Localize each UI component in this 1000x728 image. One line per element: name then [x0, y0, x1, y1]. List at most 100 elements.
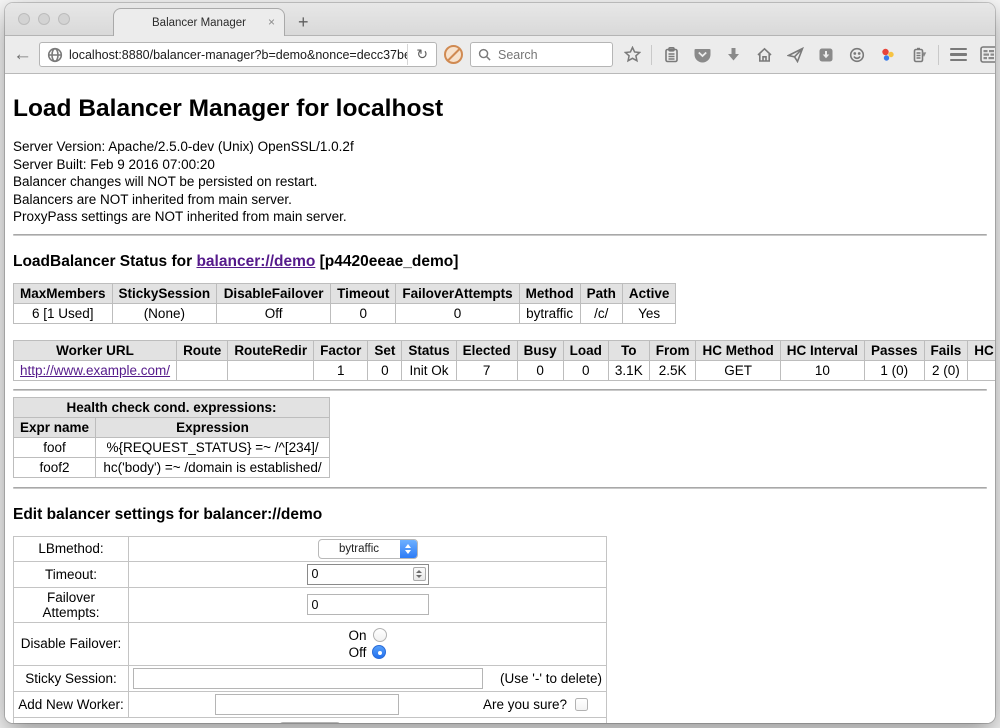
disable-failover-on-radio[interactable]	[373, 628, 387, 642]
col-worker-url: Worker URL	[14, 340, 177, 360]
cell-from: 2.5K	[649, 360, 696, 380]
worker-url-link[interactable]: http://www.example.com/	[20, 363, 170, 378]
cell-hc-interval: 10	[780, 360, 864, 380]
col-routeredir: RouteRedir	[228, 340, 314, 360]
section-divider	[13, 389, 987, 391]
square-download-icon	[818, 47, 834, 63]
lbmethod-label: LBmethod:	[14, 536, 129, 561]
star-icon	[624, 46, 641, 63]
url-text[interactable]: localhost:8880/balancer-manager?b=demo&n…	[69, 48, 407, 62]
page-tool-button[interactable]: ▾	[907, 43, 931, 67]
table-row: http://www.example.com/ 1 0 Init Ok 7 0 …	[14, 360, 996, 380]
col-elected: Elected	[456, 340, 517, 360]
cell-load: 0	[563, 360, 608, 380]
col-factor: Factor	[314, 340, 368, 360]
zoom-window-button[interactable]	[58, 13, 70, 25]
health-check-table: Health check cond. expressions: Expr nam…	[13, 397, 330, 478]
toolbar-separator	[651, 45, 652, 65]
disable-failover-label: Disable Failover:	[14, 622, 129, 665]
submit-button[interactable]: Submit	[279, 722, 340, 724]
col-hc-interval: HC Interval	[780, 340, 864, 360]
toolbar-separator	[938, 45, 939, 65]
search-input[interactable]	[496, 47, 596, 63]
status-heading: LoadBalancer Status for balancer://demo …	[13, 253, 987, 271]
cell-hc-method: GET	[696, 360, 780, 380]
add-worker-row: Add New Worker: Are you sure?	[14, 691, 607, 717]
search-bar[interactable]	[470, 42, 613, 67]
radio-off-label: Off	[349, 645, 367, 660]
close-window-button[interactable]	[18, 13, 30, 25]
chat-extension-button[interactable]	[845, 43, 869, 67]
col-set: Set	[368, 340, 402, 360]
lbmethod-row: LBmethod: bytraffic	[14, 536, 607, 561]
col-route: Route	[177, 340, 228, 360]
select-stepper-icon	[400, 540, 417, 558]
inherit-notice-line: Balancers are NOT inherited from main se…	[13, 191, 987, 209]
menu-button[interactable]	[946, 43, 970, 67]
minimize-window-button[interactable]	[38, 13, 50, 25]
new-tab-button[interactable]: +	[298, 12, 309, 33]
window-controls	[18, 13, 70, 25]
home-button[interactable]	[752, 43, 776, 67]
sidebar-grid-button[interactable]	[977, 43, 995, 67]
navigation-toolbar: ← localhost:8880/balancer-manager?b=demo…	[5, 36, 995, 74]
save-to-device-button[interactable]	[814, 43, 838, 67]
back-button[interactable]: ←	[13, 44, 32, 66]
content-blocked-icon[interactable]	[444, 45, 463, 64]
cell-fails: 2 (0)	[924, 360, 968, 380]
sticky-session-label: Sticky Session:	[14, 665, 129, 691]
server-version-line: Server Version: Apache/2.5.0-dev (Unix) …	[13, 138, 987, 156]
downloads-button[interactable]	[721, 43, 745, 67]
paper-plane-icon	[787, 47, 804, 63]
failover-attempts-input[interactable]	[307, 594, 429, 615]
tab-title: Balancer Manager	[152, 17, 246, 29]
col-stickysession: StickySession	[112, 283, 217, 303]
hamburger-icon	[950, 48, 967, 62]
col-active: Active	[622, 283, 676, 303]
tab-balancer-manager[interactable]: Balancer Manager ×	[113, 8, 285, 36]
browser-window: Balancer Manager × + ← localhost:8880/ba…	[5, 3, 995, 723]
tab-close-icon[interactable]: ×	[268, 15, 275, 29]
cell-to: 3.1K	[608, 360, 649, 380]
timeout-input[interactable]	[307, 564, 429, 585]
colored-dots-extension-button[interactable]	[876, 43, 900, 67]
reading-list-button[interactable]	[659, 43, 683, 67]
cell-path: /c/	[580, 303, 622, 323]
url-bar[interactable]: localhost:8880/balancer-manager?b=demo&n…	[39, 42, 437, 67]
clipboard-icon	[664, 47, 679, 63]
sticky-session-row: Sticky Session: (Use '-' to delete)	[14, 665, 607, 691]
add-worker-input[interactable]	[215, 694, 399, 715]
home-icon	[756, 47, 773, 63]
send-tab-button[interactable]	[783, 43, 807, 67]
cell-routeredir	[228, 360, 314, 380]
cell-expression: %{REQUEST_STATUS} =~ /^[234]/	[96, 437, 330, 457]
balancer-demo-link[interactable]: balancer://demo	[196, 253, 315, 270]
col-path: Path	[580, 283, 622, 303]
search-icon	[478, 48, 491, 61]
lbmethod-select[interactable]: bytraffic	[318, 539, 418, 559]
sticky-session-input[interactable]	[133, 668, 483, 689]
cell-passes: 1 (0)	[864, 360, 924, 380]
disable-failover-off-radio[interactable]	[372, 645, 386, 659]
confirm-checkbox[interactable]	[575, 698, 588, 711]
cell-busy: 0	[517, 360, 563, 380]
cell-maxmembers: 6 [1 Used]	[14, 303, 113, 323]
edit-settings-heading: Edit balancer settings for balancer://de…	[13, 506, 987, 524]
cell-stickysession: (None)	[112, 303, 217, 323]
submit-row: Submit	[14, 717, 607, 723]
globe-icon	[47, 47, 63, 63]
pocket-button[interactable]	[690, 43, 714, 67]
bookmark-star-button[interactable]	[620, 43, 644, 67]
proxypass-notice-line: ProxyPass settings are NOT inherited fro…	[13, 208, 987, 226]
table-row: foof %{REQUEST_STATUS} =~ /^[234]/	[14, 437, 330, 457]
edit-settings-form: LBmethod: bytraffic Timeout:	[13, 536, 607, 724]
table-title-row: Health check cond. expressions:	[14, 397, 330, 417]
col-failoverattempts: FailoverAttempts	[396, 283, 519, 303]
col-fails: Fails	[924, 340, 968, 360]
cell-expr-name: foof2	[14, 457, 96, 477]
worker-table: Worker URL Route RouteRedir Factor Set S…	[13, 340, 995, 381]
col-hc-method: HC Method	[696, 340, 780, 360]
reload-button[interactable]: ↻	[407, 44, 436, 65]
number-spinner-icon[interactable]	[413, 567, 426, 581]
table-header-row: MaxMembers StickySession DisableFailover…	[14, 283, 676, 303]
